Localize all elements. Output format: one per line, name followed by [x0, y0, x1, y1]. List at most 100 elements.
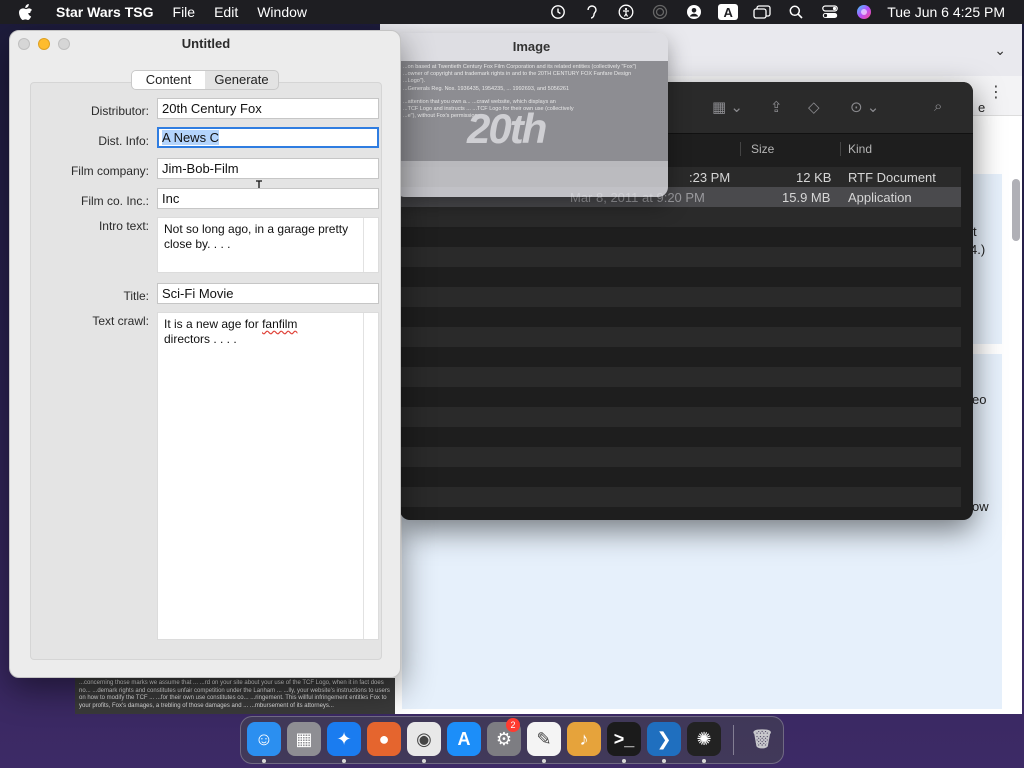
menu-window[interactable]: Window: [257, 4, 307, 20]
empty-row: [400, 247, 961, 267]
tab-generate[interactable]: Generate: [205, 71, 278, 89]
share-icon[interactable]: ⇪: [770, 98, 783, 116]
finder-icon[interactable]: ☺: [247, 722, 281, 756]
tag-icon[interactable]: ◇: [808, 98, 820, 116]
title-field[interactable]: Sci-Fi Movie: [157, 283, 379, 304]
empty-row: [400, 427, 961, 447]
dist-info-selected-text: A News C: [162, 130, 220, 145]
input-source-icon[interactable]: A: [711, 0, 745, 24]
apple-menu-icon[interactable]: [18, 3, 36, 21]
image-preview: ...on based at Twentieth Century Fox Fil…: [401, 61, 668, 161]
empty-row: [400, 367, 961, 387]
window-titlebar[interactable]: Untitled: [10, 31, 400, 59]
intro-text-label: Intro text:: [98, 219, 149, 233]
page-text-fragment: ow: [972, 499, 989, 514]
segmented-tab-control: Content Generate: [131, 70, 279, 90]
garageband-icon[interactable]: ♪: [567, 722, 601, 756]
distributor-field[interactable]: 20th Century Fox: [157, 98, 379, 119]
intro-text-line: close by. . . .: [164, 237, 231, 251]
menu-file[interactable]: File: [173, 4, 196, 20]
menu-app-name[interactable]: Star Wars TSG: [56, 4, 154, 20]
column-header-kind[interactable]: Kind: [848, 142, 872, 156]
firefox-icon[interactable]: ●: [367, 722, 401, 756]
dock-separator: [733, 725, 734, 755]
text-crawl-label: Text crawl:: [92, 314, 149, 328]
empty-row: [400, 327, 961, 347]
file-size: 15.9 MB: [782, 190, 831, 205]
untitled-document-window: Untitled Distributor: 20th Century Fox D…: [9, 30, 401, 678]
trash-icon[interactable]: 🗑: [745, 722, 779, 756]
launchpad-icon[interactable]: ▦: [287, 722, 321, 756]
empty-row: [400, 447, 961, 467]
empty-row: [400, 407, 961, 427]
column-header-size[interactable]: Size: [751, 142, 774, 156]
chevron-down-icon[interactable]: ⌄: [994, 42, 1006, 59]
notification-badge: 2: [506, 718, 520, 732]
empty-row: [400, 267, 961, 287]
legal-text-line: ...Logo").: [403, 78, 426, 84]
search-icon[interactable]: ⌕: [934, 98, 942, 115]
content-tab-panel: Distributor: 20th Century Fox Dist. Info…: [30, 82, 382, 660]
file-size: 12 KB: [796, 170, 832, 185]
safari-icon[interactable]: ✦: [327, 722, 361, 756]
intro-text-area[interactable]: Not so long ago, in a garage pretty clos…: [157, 217, 379, 273]
image-window-title: Image: [512, 39, 551, 54]
window-title: Untitled: [181, 36, 231, 51]
vscode-icon[interactable]: ❯: [647, 722, 681, 756]
dist-info-field[interactable]: A News C: [157, 127, 379, 148]
legal-text-line: ...Generals Reg. Nos. 1936435, 1954235, …: [403, 86, 570, 92]
terminal-icon[interactable]: >_: [607, 722, 641, 756]
menu-clock[interactable]: Tue Jun 6 4:25 PM: [887, 4, 1005, 20]
star-wars-tsg-icon[interactable]: ✺: [687, 722, 721, 756]
page-text-fragment: t: [973, 224, 977, 239]
page-text-fragment: e: [978, 100, 986, 115]
running-indicator: [422, 759, 426, 763]
page-scrollbar[interactable]: [1012, 179, 1020, 241]
running-indicator: [702, 759, 706, 763]
page-text-fragment: eo: [972, 392, 987, 407]
textedit-icon[interactable]: ✎: [527, 722, 561, 756]
airdrop-icon[interactable]: [643, 0, 677, 24]
running-indicator: [662, 759, 666, 763]
misspelled-word: fanfilm: [262, 317, 298, 331]
text-crawl-area[interactable]: It is a new age for fanfilm directors . …: [157, 312, 379, 640]
empty-row: [400, 387, 961, 407]
film-company-label: Film company:: [70, 164, 149, 178]
control-center-icon[interactable]: [813, 0, 847, 24]
app-store-icon[interactable]: A: [447, 722, 481, 756]
tab-content[interactable]: Content: [132, 71, 205, 89]
accessibility-icon[interactable]: [609, 0, 643, 24]
file-kind: Application: [848, 190, 912, 205]
film-co-inc-field[interactable]: Inc: [157, 188, 379, 209]
empty-row: [400, 347, 961, 367]
title-label: Title:: [123, 289, 149, 303]
empty-row: [400, 287, 961, 307]
hearing-icon[interactable]: [575, 0, 609, 24]
user-account-icon[interactable]: [677, 0, 711, 24]
siri-icon[interactable]: [847, 0, 881, 24]
empty-row: [400, 467, 961, 487]
dist-info-label: Dist. Info:: [98, 134, 149, 148]
text-crawl-line: It is a new age for fanfilm: [164, 317, 298, 331]
empty-row: [400, 207, 961, 227]
running-indicator: [542, 759, 546, 763]
fox-logo-image: 20th: [467, 105, 547, 152]
running-indicator: [622, 759, 626, 763]
stage-manager-icon[interactable]: [745, 0, 779, 24]
action-menu-icon[interactable]: ⊙ ⌄: [850, 98, 879, 116]
file-kind: RTF Document: [848, 170, 936, 185]
image-preview-window[interactable]: Image ...on based at Twentieth Century F…: [395, 33, 668, 197]
background-document-strip: ...concerning those marks we assume that…: [75, 678, 395, 714]
document-text: ...concerning those marks we assume that…: [79, 680, 390, 709]
more-options-icon[interactable]: ⋮: [988, 82, 1004, 102]
running-indicator: [342, 759, 346, 763]
menu-edit[interactable]: Edit: [214, 4, 238, 20]
spotlight-search-icon[interactable]: [779, 0, 813, 24]
intro-text-line: Not so long ago, in a garage pretty: [164, 222, 349, 236]
group-view-icon[interactable]: ▦ ⌄: [712, 98, 743, 116]
film-company-field[interactable]: Jim-Bob-Film: [157, 158, 379, 179]
chrome-icon[interactable]: ◉: [407, 722, 441, 756]
empty-row: [400, 487, 961, 507]
time-machine-icon[interactable]: [541, 0, 575, 24]
distributor-label: Distributor:: [90, 104, 149, 118]
